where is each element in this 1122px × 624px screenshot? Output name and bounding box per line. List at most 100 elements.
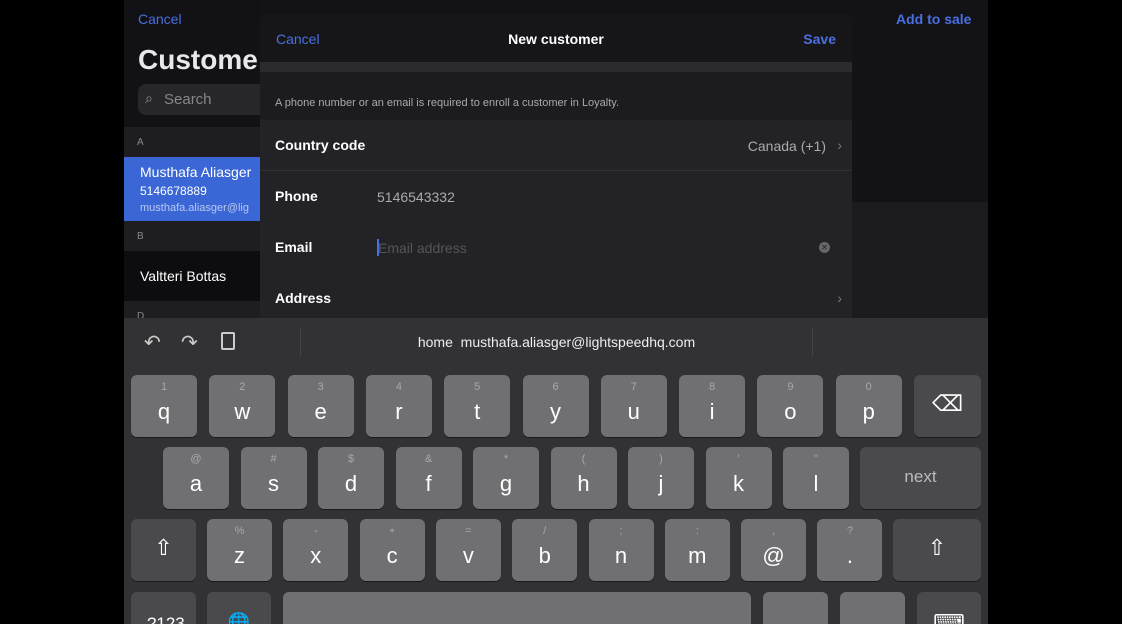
key-j[interactable]: ) j [628, 447, 694, 509]
key-h[interactable]: (h [550, 447, 617, 509]
key-secondary-label: ' [737, 453, 740, 465]
key-secondary-label: 3 [317, 381, 324, 393]
key-n[interactable]: ; n [588, 519, 654, 581]
key-secondary-label: + [388, 525, 396, 537]
key-m[interactable]: :m [664, 519, 730, 581]
key-a[interactable]: @ a [163, 447, 229, 509]
country-code-label: Country code [275, 137, 366, 153]
email-label: Email [275, 239, 313, 255]
globe-key[interactable]: 🌐 [207, 592, 271, 624]
background-cancel-button[interactable]: Cancel [138, 11, 182, 27]
key-e[interactable]: 3e [287, 375, 354, 437]
key-f[interactable]: & f [395, 447, 462, 509]
phone-input[interactable]: 5146543332 [377, 189, 455, 205]
undo-icon[interactable]: ↶ [144, 330, 161, 355]
phone-label: Phone [275, 188, 318, 204]
key-icon: 🌐 [227, 612, 251, 624]
key-label: p [862, 399, 875, 424]
key-secondary-label: = [465, 525, 472, 537]
key-label: d [344, 471, 358, 496]
divider [260, 62, 852, 72]
search-input[interactable]: ⌕ Search [138, 84, 268, 115]
chevron-right-icon: › [837, 137, 842, 153]
key-secondary-label: , [772, 525, 776, 537]
page-title: Custome [138, 44, 258, 75]
key-r[interactable]: 4r [365, 375, 432, 437]
dictation-key[interactable] [763, 592, 828, 624]
key-label: g [499, 471, 513, 496]
add-to-sale-button[interactable]: Add to sale [896, 11, 971, 27]
key-o[interactable]: 9o [757, 375, 824, 437]
key-p[interactable]: 0p [835, 375, 902, 437]
customer-sidebar: Cancel Custome ⌕ Search A Musthafa Alias… [124, 0, 268, 322]
key-label: z [234, 543, 245, 568]
key-b[interactable]: / b [512, 519, 578, 581]
key-label: @ [762, 543, 785, 568]
space-key[interactable] [283, 592, 751, 624]
customer-list-item[interactable]: Valtteri Bottas [124, 251, 260, 301]
key-q[interactable]: 1q [131, 375, 197, 437]
address-label: Address [275, 290, 332, 306]
hide-keyboard-key[interactable]: ⌨ [917, 592, 981, 624]
key-y[interactable]: 6y [522, 375, 589, 437]
key-secondary-label: ( [581, 453, 586, 465]
key-icon: ⌫ [931, 391, 964, 416]
save-button[interactable]: Save [803, 31, 836, 47]
key-x[interactable]: -x [283, 519, 349, 581]
key-u[interactable]: 7u [600, 375, 667, 437]
next-label: next [904, 467, 937, 486]
shift-key-right[interactable]: ⇧ [893, 519, 981, 581]
key-c[interactable]: + c [359, 519, 425, 581]
key-secondary-label: ? [846, 525, 853, 537]
key-t[interactable]: 5t [444, 375, 511, 437]
key-d[interactable]: $ d [318, 447, 384, 509]
shift-key-left[interactable]: ⇧ [131, 519, 196, 581]
key-secondary-label: 7 [630, 381, 637, 393]
customer-name: Valtteri Bottas [140, 268, 227, 284]
key-l[interactable]: " l [783, 447, 849, 509]
key-label: j [658, 471, 664, 496]
address-row[interactable]: Address › [260, 273, 852, 320]
section-header-a: A [124, 127, 260, 157]
key-v[interactable]: = v [435, 519, 501, 581]
key-secondary-label: " [814, 453, 818, 465]
key-g[interactable]: * g [473, 447, 539, 509]
redo-icon[interactable]: ↷ [181, 330, 198, 355]
autofill-suggestion[interactable]: home musthafa.aliasger@lightspeedhq.com [301, 334, 812, 350]
key-label: r [395, 399, 403, 424]
key-secondary-label: 8 [709, 381, 716, 393]
key-label: x [310, 543, 322, 568]
country-code-row[interactable]: Country code Canada (+1) › [260, 120, 852, 171]
divider [812, 328, 813, 356]
paste-icon[interactable] [221, 332, 235, 350]
key-w[interactable]: 2w [209, 375, 276, 437]
key-z[interactable]: % z [207, 519, 272, 581]
customer-phone: 5146678889 [140, 184, 207, 198]
key-label: y [550, 399, 561, 424]
numbers-key[interactable]: .?123 [131, 592, 196, 624]
next-key[interactable]: next [860, 447, 981, 509]
key-period[interactable]: ?. [817, 519, 883, 581]
clear-icon[interactable]: ✕ [819, 242, 830, 253]
phone-row: Phone 5146543332 [260, 171, 852, 222]
customer-name: Musthafa Aliasger [140, 164, 252, 180]
key-secondary-label: : [695, 525, 699, 537]
key-secondary-label: @ [190, 453, 202, 465]
section-header-b: B [124, 221, 260, 251]
key-s[interactable]: # s [240, 447, 307, 509]
key-k[interactable]: ' k [705, 447, 772, 509]
email-input[interactable]: Email address [378, 240, 467, 256]
customer-list-item[interactable]: Musthafa Aliasger 5146678889 musthafa.al… [124, 157, 260, 221]
key-label: v [462, 543, 474, 568]
keyboard: ↶ ↷ home musthafa.aliasger@lightspeedhq.… [124, 318, 988, 624]
key-label: f [425, 471, 432, 496]
key-secondary-label: # [270, 453, 277, 465]
delete-key[interactable]: ⌫ [914, 375, 981, 437]
key-secondary-label: 0 [865, 381, 872, 393]
key-i[interactable]: 8i [679, 375, 746, 437]
email-row: Email Email address ✕ [260, 222, 852, 273]
key-label: q [157, 399, 171, 424]
key-secondary-label: / [543, 525, 547, 537]
symbol-key[interactable] [840, 592, 905, 624]
key-at[interactable]: , @ [741, 519, 807, 581]
